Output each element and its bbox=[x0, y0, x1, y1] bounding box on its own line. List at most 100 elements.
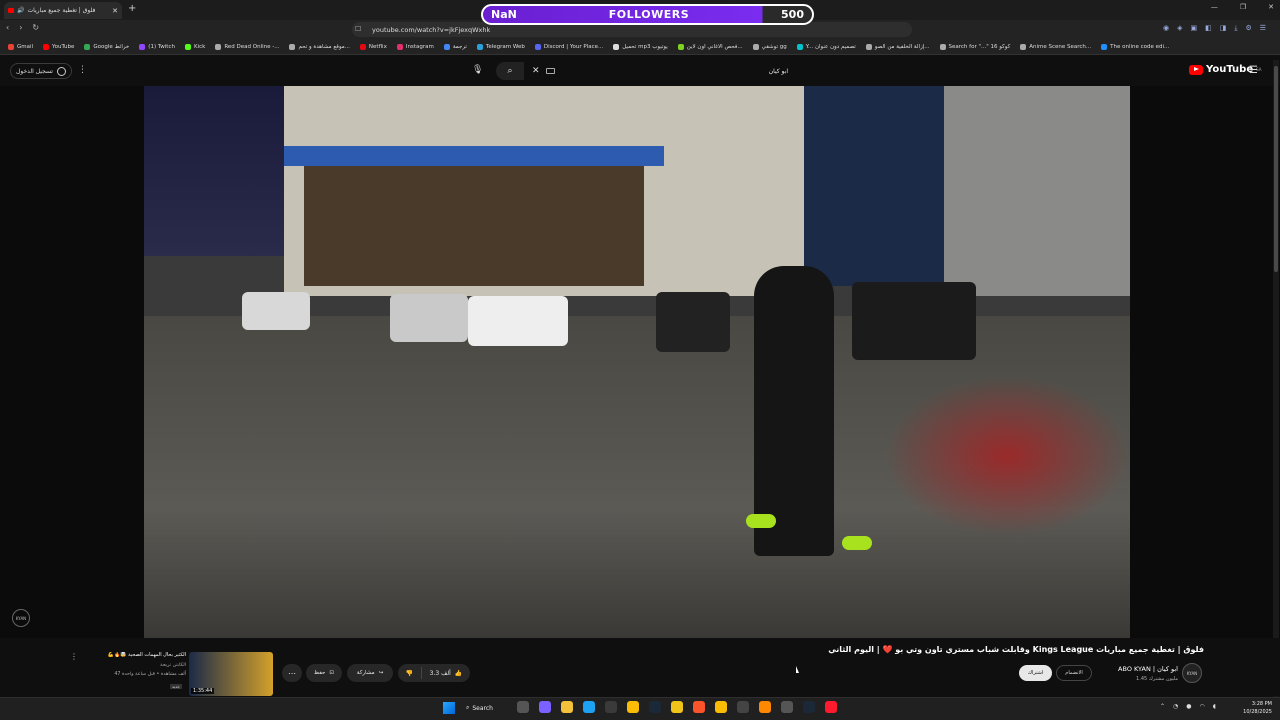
share-button[interactable]: مشاركة ↪ bbox=[347, 664, 393, 682]
side-channel-avatar[interactable]: KYAN bbox=[12, 609, 30, 627]
tab-close-icon[interactable]: ✕ bbox=[112, 7, 118, 15]
volume-icon[interactable]: ◖ bbox=[1213, 703, 1216, 710]
video-shoe bbox=[746, 514, 776, 528]
bookmark-icon[interactable]: ☐ bbox=[355, 25, 361, 33]
reload-icon[interactable]: ↻ bbox=[32, 23, 39, 32]
extension-icon[interactable]: ◨ bbox=[1220, 24, 1227, 33]
store-icon[interactable] bbox=[605, 701, 617, 713]
page-scrollbar-thumb[interactable] bbox=[1274, 66, 1278, 272]
video-car bbox=[852, 282, 976, 360]
hamburger-menu-icon[interactable]: ☰ bbox=[1249, 65, 1258, 76]
extension-icon[interactable]: ◈ bbox=[1177, 24, 1182, 33]
task-view-icon[interactable] bbox=[517, 701, 529, 713]
speaker-icon[interactable]: 🔊 bbox=[17, 7, 24, 14]
bookmark-item[interactable]: موقع مشاهدة و تحم... bbox=[289, 43, 350, 50]
subscribe-button[interactable]: اشتراك bbox=[1019, 665, 1052, 681]
steam-2-icon[interactable] bbox=[803, 701, 815, 713]
url-text: youtube.com/watch?v=jkFjexqWxhk bbox=[372, 25, 491, 34]
chevron-up-icon[interactable]: ⌃ bbox=[1160, 703, 1165, 710]
channel-name[interactable]: ABO KYAN | ابو كيان bbox=[1100, 665, 1178, 673]
vlc-icon[interactable] bbox=[759, 701, 771, 713]
bookmarks-bar: Gmail YouTube Google خرائط (1) Twitch Kick Re… bbox=[0, 39, 1280, 55]
obs-icon[interactable] bbox=[737, 701, 749, 713]
app-icon[interactable] bbox=[671, 701, 683, 713]
bookmark-item[interactable]: فحص الاغاني اون لاين... bbox=[677, 43, 743, 50]
bookmark-item[interactable]: إزالة الخلفية من الصو... bbox=[865, 43, 930, 50]
overlay-followers-label: FOLLOWERS bbox=[608, 8, 690, 21]
extension-icon[interactable]: ◧ bbox=[1205, 24, 1212, 33]
bookmark-item[interactable]: Instagram bbox=[396, 43, 434, 50]
search-input[interactable]: ابو كيان bbox=[769, 68, 788, 75]
recommended-thumbnail[interactable]: 1:35:44 bbox=[189, 652, 273, 696]
bookmark-save-icon: ⊡ bbox=[329, 670, 334, 676]
copilot-icon[interactable] bbox=[539, 701, 551, 713]
chrome-2-icon[interactable] bbox=[715, 701, 727, 713]
microphone-icon[interactable]: 🎙 bbox=[472, 65, 483, 75]
forward-icon[interactable]: › bbox=[19, 23, 22, 32]
opera-icon[interactable] bbox=[825, 701, 837, 713]
bookmark-favicon-icon bbox=[796, 43, 803, 50]
like-dislike-group: 👎 3.3 ألف 👍 bbox=[398, 664, 470, 682]
bookmark-item[interactable]: The online code edi... bbox=[1101, 43, 1169, 50]
extension-icon[interactable]: ◉ bbox=[1163, 24, 1169, 33]
dislike-button[interactable]: 👎 bbox=[398, 667, 422, 679]
file-explorer-icon[interactable] bbox=[561, 701, 573, 713]
settings-icon[interactable]: ⚙ bbox=[1245, 24, 1251, 33]
wifi-icon[interactable]: ◠ bbox=[1200, 703, 1205, 710]
minimize-button[interactable]: — bbox=[1211, 3, 1218, 11]
taskbar-clock[interactable]: 3:28 PM 10/28/2025 bbox=[1236, 700, 1272, 716]
more-options-icon[interactable]: ⋮ bbox=[78, 65, 87, 75]
bookmark-item[interactable]: ترجمة bbox=[443, 43, 467, 50]
recommended-title[interactable]: الكثير بحال المهمات الصحية 🤯🔥💪 bbox=[88, 652, 186, 658]
bookmark-item[interactable]: Red Dead Online -... bbox=[215, 43, 279, 50]
save-button[interactable]: حفظ ⊡ bbox=[306, 664, 342, 682]
start-button[interactable] bbox=[443, 702, 455, 714]
bookmark-item[interactable]: توشقي gg bbox=[752, 43, 787, 50]
back-icon[interactable]: ‹ bbox=[6, 23, 9, 32]
network-icon[interactable]: ◔ bbox=[1173, 703, 1178, 710]
bookmark-label: Discord | Your Place... bbox=[543, 43, 604, 50]
bookmark-item[interactable]: Telegram Web bbox=[476, 43, 525, 50]
bookmark-item[interactable]: YouTube bbox=[43, 43, 74, 50]
channel-avatar[interactable]: KYAN bbox=[1182, 663, 1202, 683]
youtube-favicon-icon bbox=[8, 8, 14, 13]
recommended-channel[interactable]: الكابتن تريحة bbox=[88, 663, 186, 668]
bookmark-label: (1) Twitch bbox=[148, 43, 175, 50]
bookmark-item[interactable]: Kick bbox=[184, 43, 205, 50]
search-button[interactable]: ⌕ bbox=[496, 62, 524, 80]
brave-icon[interactable] bbox=[693, 701, 705, 713]
edge-icon[interactable] bbox=[583, 701, 595, 713]
share-label: مشاركة bbox=[356, 670, 375, 676]
menu-icon[interactable]: ☰ bbox=[1260, 24, 1266, 33]
video-player[interactable] bbox=[144, 86, 1130, 638]
taskbar-search[interactable]: ⌕ Search bbox=[466, 701, 508, 715]
sign-in-button[interactable]: تسجيل الدخول bbox=[10, 63, 72, 79]
download-icon[interactable]: ⤓ bbox=[1234, 24, 1237, 33]
like-button[interactable]: 3.3 ألف 👍 bbox=[422, 670, 470, 677]
maximize-button[interactable]: ❐ bbox=[1240, 3, 1246, 11]
bookmark-label: موقع مشاهدة و تحم... bbox=[298, 43, 350, 50]
browser-tab[interactable]: 🔊 فلوق | تغطية جميع مباريات ✕ bbox=[4, 2, 122, 19]
bookmark-item[interactable]: تحميل mp3 يوتيوب bbox=[613, 43, 668, 50]
steam-icon[interactable] bbox=[649, 701, 661, 713]
extension-icon[interactable]: ▣ bbox=[1190, 24, 1197, 33]
bookmark-item[interactable]: Discord | Your Place... bbox=[534, 43, 604, 50]
bookmark-item[interactable]: Google خرائط bbox=[84, 43, 129, 50]
bookmark-item[interactable]: (1) Twitch bbox=[139, 43, 175, 50]
clear-search-icon[interactable]: ✕ bbox=[532, 66, 540, 76]
bookmark-item[interactable]: Anime Scene Search... bbox=[1020, 43, 1091, 50]
obs-2-icon[interactable] bbox=[781, 701, 793, 713]
keyboard-icon[interactable] bbox=[545, 68, 555, 74]
recommended-menu-icon[interactable]: ⋮ bbox=[70, 652, 78, 661]
chrome-icon[interactable] bbox=[627, 701, 639, 713]
bookmark-item[interactable]: Y... تصميم دون عنوان bbox=[796, 43, 856, 50]
close-window-button[interactable]: ✕ bbox=[1268, 3, 1274, 11]
bookmark-item[interactable]: Netflix bbox=[359, 43, 387, 50]
join-button[interactable]: الانضمام bbox=[1056, 665, 1092, 681]
more-actions-button[interactable]: ⋯ bbox=[282, 664, 302, 682]
new-tab-button[interactable]: + bbox=[128, 3, 136, 14]
mic-tray-icon[interactable]: ● bbox=[1186, 703, 1191, 710]
bookmark-item[interactable]: Gmail bbox=[8, 43, 33, 50]
bookmark-item[interactable]: Search for "..." كوكو 16 bbox=[939, 43, 1010, 50]
youtube-logo-text: YouTube bbox=[1206, 64, 1254, 75]
